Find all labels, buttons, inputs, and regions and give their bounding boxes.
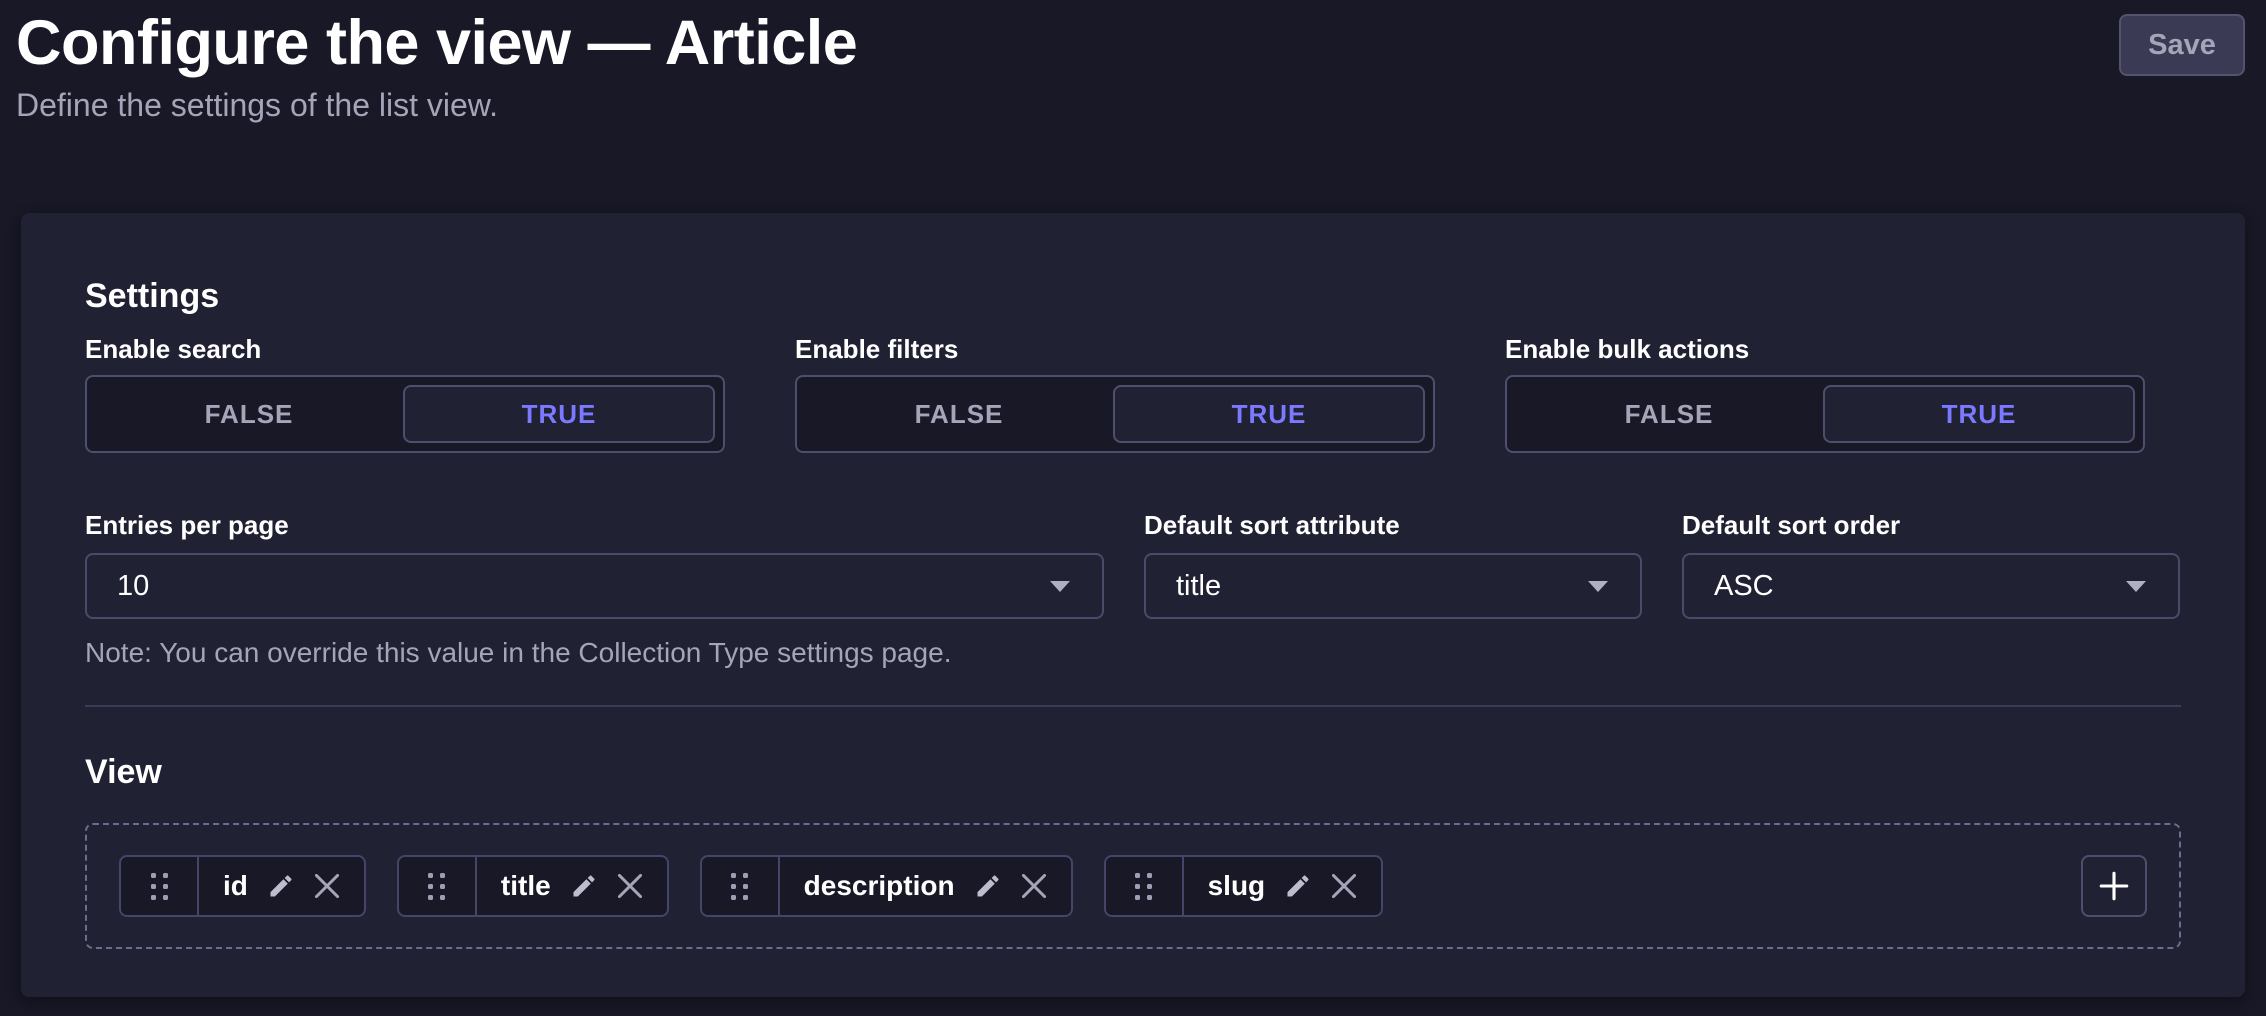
- entries-per-page-label: Entries per page: [85, 509, 1104, 541]
- section-divider: [85, 705, 2181, 707]
- enable-bulk-actions-option-true[interactable]: TRUE: [1823, 385, 2135, 443]
- close-icon[interactable]: [314, 873, 340, 899]
- drag-handle-icon[interactable]: [702, 857, 780, 915]
- enable-filters-option-true[interactable]: TRUE: [1113, 385, 1425, 443]
- default-sort-order-select[interactable]: ASC: [1682, 553, 2180, 619]
- drag-handle-icon[interactable]: [121, 857, 199, 915]
- default-sort-attribute-field: Default sort attribute title: [1144, 509, 1642, 669]
- default-sort-attribute-select[interactable]: title: [1144, 553, 1642, 619]
- enable-bulk-actions-option-false[interactable]: FALSE: [1515, 385, 1823, 443]
- enable-search-toggle: FALSE TRUE: [85, 375, 725, 453]
- view-section-heading: View: [85, 751, 2181, 793]
- default-sort-order-label: Default sort order: [1682, 509, 2180, 541]
- save-button[interactable]: Save: [2119, 14, 2245, 76]
- field-chip-title[interactable]: title: [397, 855, 669, 917]
- default-sort-order-field: Default sort order ASC: [1682, 509, 2180, 669]
- chip-label: title: [501, 870, 551, 902]
- page-header: Configure the view — Article Define the …: [0, 0, 2266, 124]
- six-dots-icon: [1135, 873, 1152, 900]
- enable-search-label: Enable search: [85, 333, 725, 365]
- entries-per-page-select[interactable]: 10: [85, 553, 1104, 619]
- pencil-icon[interactable]: [267, 872, 295, 900]
- chevron-down-icon: [2124, 579, 2148, 594]
- field-layout-dropzone: id title: [85, 823, 2181, 949]
- enable-search-field: Enable search FALSE TRUE: [85, 333, 725, 453]
- field-chip-slug[interactable]: slug: [1104, 855, 1384, 917]
- enable-search-option-true[interactable]: TRUE: [403, 385, 715, 443]
- plus-icon: [2097, 869, 2131, 903]
- enable-bulk-actions-toggle: FALSE TRUE: [1505, 375, 2145, 453]
- enable-bulk-actions-field: Enable bulk actions FALSE TRUE: [1505, 333, 2145, 453]
- close-icon[interactable]: [1021, 873, 1047, 899]
- six-dots-icon: [731, 873, 748, 900]
- default-sort-order-value: ASC: [1714, 570, 1774, 603]
- drag-handle-icon[interactable]: [1106, 857, 1184, 915]
- enable-filters-toggle: FALSE TRUE: [795, 375, 1435, 453]
- chip-body: title: [477, 857, 667, 915]
- chevron-down-icon: [1586, 579, 1610, 594]
- close-icon[interactable]: [1331, 873, 1357, 899]
- toggles-row: Enable search FALSE TRUE Enable filters …: [85, 333, 2181, 453]
- six-dots-icon: [428, 873, 445, 900]
- chip-body: slug: [1184, 857, 1382, 915]
- configure-view-page: Configure the view — Article Define the …: [0, 0, 2266, 1016]
- page-subtitle: Define the settings of the list view.: [16, 87, 2245, 124]
- enable-filters-label: Enable filters: [795, 333, 1435, 365]
- enable-filters-field: Enable filters FALSE TRUE: [795, 333, 1435, 453]
- entries-per-page-field: Entries per page 10 Note: You can overri…: [85, 509, 1104, 669]
- default-sort-attribute-label: Default sort attribute: [1144, 509, 1642, 541]
- field-chip-description[interactable]: description: [700, 855, 1073, 917]
- add-field-button[interactable]: [2081, 855, 2147, 917]
- six-dots-icon: [151, 873, 168, 900]
- chip-body: id: [199, 857, 364, 915]
- enable-filters-option-false[interactable]: FALSE: [805, 385, 1113, 443]
- entries-per-page-note: Note: You can override this value in the…: [85, 637, 1104, 669]
- enable-search-option-false[interactable]: FALSE: [95, 385, 403, 443]
- selects-row: Entries per page 10 Note: You can overri…: [85, 509, 2181, 669]
- chip-label: description: [804, 870, 955, 902]
- settings-section-heading: Settings: [85, 275, 2181, 317]
- enable-bulk-actions-label: Enable bulk actions: [1505, 333, 2145, 365]
- entries-per-page-value: 10: [117, 570, 149, 603]
- pencil-icon[interactable]: [974, 872, 1002, 900]
- chevron-down-icon: [1048, 579, 1072, 594]
- chip-label: slug: [1208, 870, 1266, 902]
- field-chip-id[interactable]: id: [119, 855, 366, 917]
- pencil-icon[interactable]: [570, 872, 598, 900]
- chip-body: description: [780, 857, 1071, 915]
- page-title: Configure the view — Article: [16, 12, 2245, 75]
- drag-handle-icon[interactable]: [399, 857, 477, 915]
- pencil-icon[interactable]: [1284, 872, 1312, 900]
- chip-label: id: [223, 870, 248, 902]
- default-sort-attribute-value: title: [1176, 570, 1221, 603]
- close-icon[interactable]: [617, 873, 643, 899]
- settings-card: Settings Enable search FALSE TRUE Enable…: [21, 213, 2245, 997]
